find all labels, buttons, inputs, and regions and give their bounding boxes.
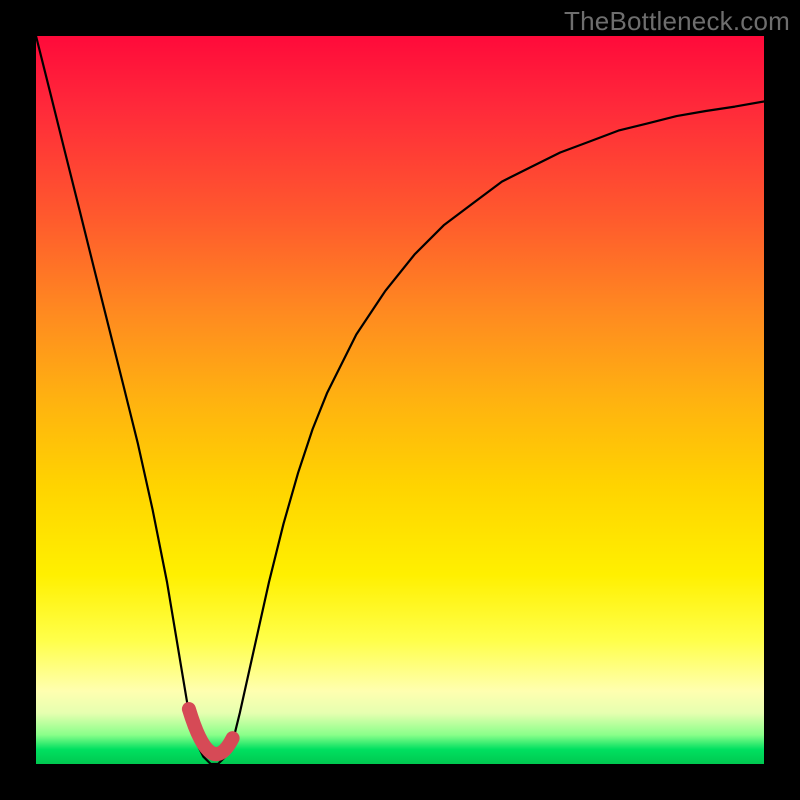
plot-area [36, 36, 764, 764]
watermark-text: TheBottleneck.com [564, 6, 790, 37]
chart-frame: TheBottleneck.com [0, 0, 800, 800]
chart-svg [36, 36, 764, 764]
minimum-marker [189, 709, 233, 754]
bottleneck-curve [36, 36, 764, 764]
